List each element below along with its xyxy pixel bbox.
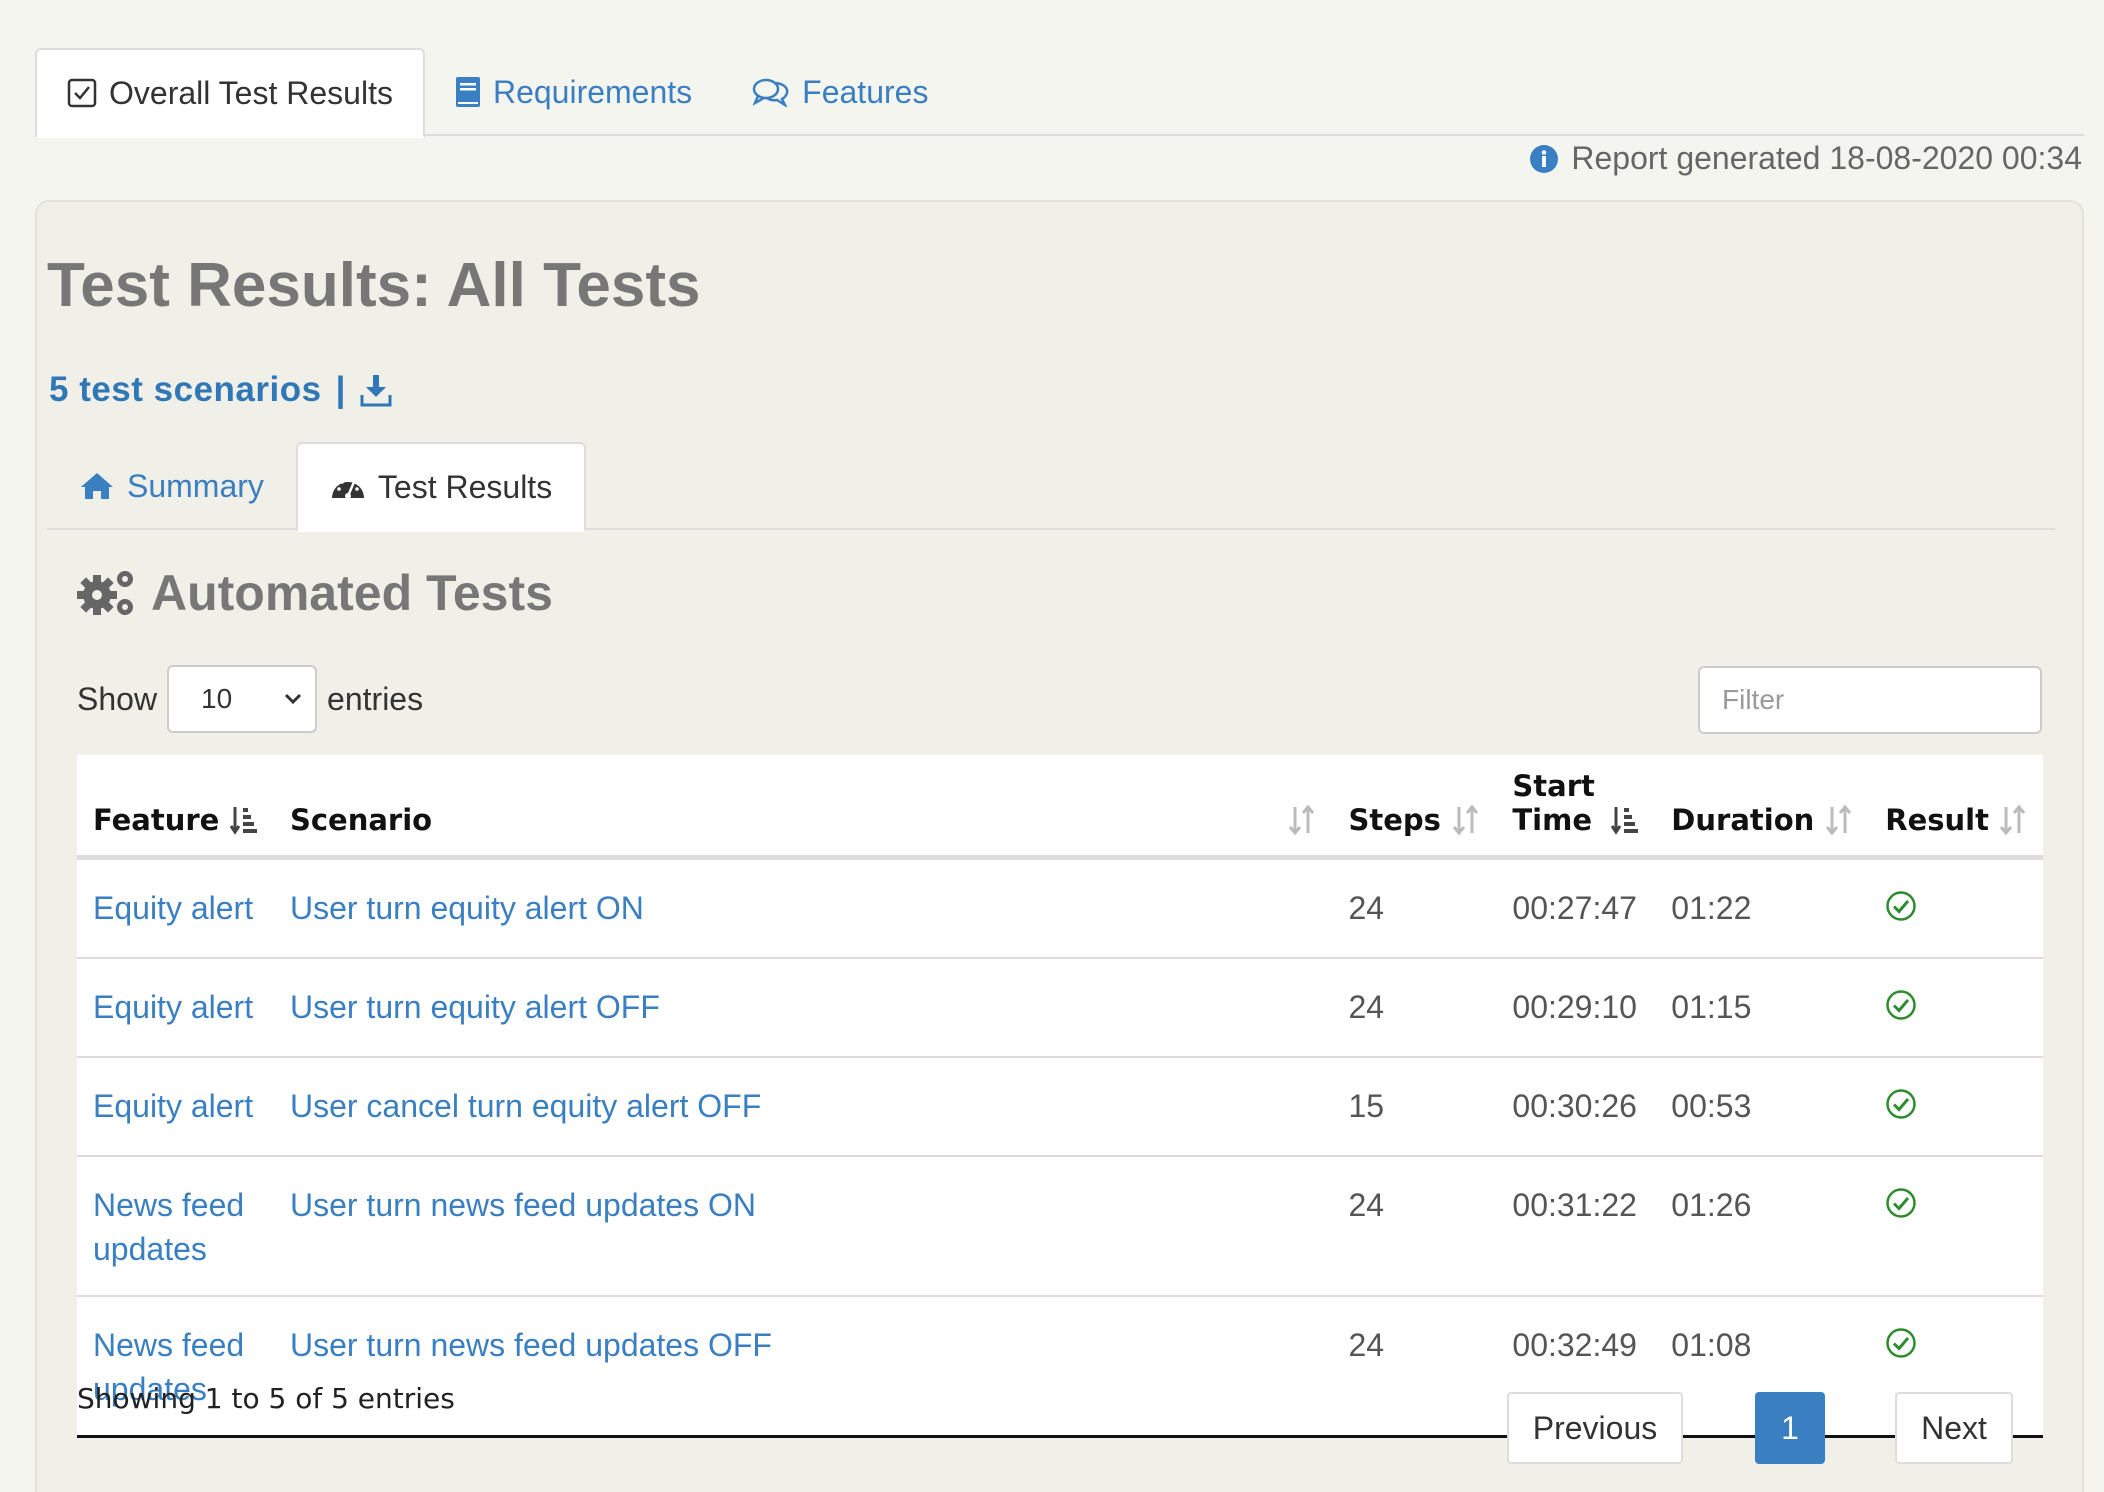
feature-link[interactable]: Equity alert	[77, 957, 274, 1057]
sort-desc-icon	[1611, 805, 1639, 835]
sort-icon	[1825, 805, 1853, 835]
feature-link[interactable]: News feed updates	[77, 1295, 274, 1438]
info-icon	[1530, 144, 1559, 173]
column-header-scenario[interactable]: Scenario	[273, 755, 1333, 860]
table-header-row: Feature Scenario Steps Start Time Durati…	[77, 755, 2043, 860]
duration-cell: 00:53	[1655, 1056, 1870, 1156]
pagination: Previous 1 Next	[1507, 1392, 2013, 1464]
table-row[interactable]: Equity alert User turn equity alert OFF 24…	[77, 957, 2043, 1057]
page-length-value: 10	[201, 683, 233, 714]
tab-requirements[interactable]: Requirements	[425, 48, 722, 136]
result-cell	[1869, 1155, 2043, 1296]
book-icon	[455, 77, 480, 107]
page-length-select[interactable]: 10	[167, 665, 318, 733]
scenario-link[interactable]: User turn news feed updates ON	[273, 1155, 1333, 1296]
column-header-result[interactable]: Result	[1869, 755, 2043, 860]
show-label: Show	[77, 680, 158, 717]
table-row[interactable]: News feed updates User turn news feed upd…	[77, 1155, 2043, 1296]
steps-cell: 15	[1332, 1056, 1497, 1156]
home-icon	[81, 473, 113, 499]
tab-features[interactable]: Features	[722, 48, 958, 136]
tab-summary[interactable]: Summary	[47, 442, 296, 530]
section-title-text: Automated Tests	[151, 565, 553, 621]
header-label: Feature	[93, 803, 220, 837]
duration-cell: 01:22	[1671, 890, 1752, 926]
passed-check-icon	[1886, 1188, 1917, 1218]
page-1-button[interactable]: 1	[1755, 1392, 1825, 1464]
passed-check-icon	[1886, 1328, 1917, 1358]
result-cell	[1869, 858, 2043, 959]
tab-label: Requirements	[492, 73, 693, 110]
report-generated-text: Report generated 18-08-2020 00:34	[1571, 140, 2082, 176]
results-table: Feature Scenario Steps Start Time Durati…	[77, 755, 2043, 1438]
tab-overall-test-results[interactable]: Overall Test Results	[35, 48, 425, 138]
duration-cell: 01:26	[1655, 1155, 1870, 1296]
sub-tab-bar: Summary Test Results	[47, 442, 2055, 532]
start-time-cell: 00:30:26	[1496, 1056, 1656, 1156]
feature-link[interactable]: Equity alert	[77, 1056, 274, 1156]
passed-check-icon	[1886, 1089, 1917, 1119]
report-generated: Report generated 18-08-2020 00:34	[1529, 140, 2082, 177]
table-row[interactable]: Equity alert User turn equity alert ON 24 0…	[77, 858, 2043, 959]
header-label: Duration	[1671, 803, 1815, 837]
download-icon[interactable]	[360, 373, 392, 407]
filter-input[interactable]	[1698, 666, 2042, 734]
header-label: Result	[1885, 803, 1989, 837]
next-button[interactable]: Next	[1895, 1392, 2013, 1464]
tab-test-results[interactable]: Test Results	[295, 442, 587, 532]
separator: |	[335, 370, 346, 409]
page-length-control: Show 10 entries	[77, 665, 423, 733]
sort-icon	[1452, 805, 1480, 835]
checkbox-icon	[67, 78, 97, 108]
steps-cell: 24	[1332, 1155, 1497, 1296]
entries-label: entries	[327, 680, 424, 717]
scenario-count: 5 test scenarios |	[49, 370, 392, 410]
speedometer-icon	[331, 480, 364, 499]
sort-desc-icon	[229, 805, 258, 835]
scenario-link[interactable]: User turn equity alert OFF	[273, 957, 1333, 1057]
scenario-link[interactable]: User cancel turn equity alert OFF	[273, 1056, 1333, 1156]
start-time-cell: 00:29:10	[1496, 957, 1656, 1057]
tab-label: Test Results	[377, 468, 553, 505]
passed-check-icon	[1886, 990, 1917, 1020]
comments-icon	[752, 78, 789, 107]
scenario-link[interactable]: User turn equity alert ON	[274, 858, 1332, 959]
steps-cell: 24	[1332, 1295, 1497, 1438]
result-cell	[1869, 1056, 2043, 1156]
column-header-start-time[interactable]: Start Time	[1496, 755, 1656, 860]
column-header-feature[interactable]: Feature	[77, 755, 274, 860]
table-info: Showing 1 to 5 of 5 entries	[77, 1382, 455, 1415]
section-title: Automated Tests	[75, 564, 553, 622]
tab-label: Summary	[127, 467, 264, 504]
top-tab-bar: Overall Test Results Requirements Featur…	[35, 48, 2084, 138]
previous-button[interactable]: Previous	[1507, 1392, 1683, 1464]
start-time-cell: 00:31:22	[1496, 1155, 1656, 1296]
sort-icon	[1288, 805, 1316, 835]
header-label-line-1: Start	[1512, 769, 1595, 803]
table-row[interactable]: Equity alert User cancel turn equity aler…	[77, 1056, 2043, 1156]
results-panel: Test Results: All Tests 5 test scenarios…	[35, 200, 2084, 1492]
feature-link[interactable]: News feed updates	[77, 1155, 274, 1296]
header-label: Scenario	[289, 803, 433, 837]
passed-check-icon	[1886, 891, 1917, 921]
tab-label: Overall Test Results	[109, 74, 393, 111]
scenario-link[interactable]: User turn news feed updates OFF	[273, 1295, 1333, 1438]
column-header-steps[interactable]: Steps	[1332, 755, 1497, 860]
tab-label: Features	[802, 73, 929, 110]
sort-icon	[1999, 805, 2027, 835]
steps-cell: 24	[1332, 957, 1497, 1057]
scenario-count-text: 5 test scenarios	[49, 370, 322, 409]
header-label: Start Time	[1512, 769, 1594, 837]
gears-icon	[77, 571, 133, 615]
duration-cell: 01:15	[1655, 957, 1870, 1057]
header-label-line-2: Time	[1512, 803, 1592, 837]
result-cell	[1869, 957, 2043, 1057]
start-time-cell: 00:27:47	[1512, 890, 1637, 926]
feature-link[interactable]: Equity alert	[77, 858, 274, 959]
page-title: Test Results: All Tests	[47, 251, 701, 320]
steps-cell: 24	[1348, 890, 1385, 926]
chevron-down-icon	[284, 693, 302, 705]
header-label: Steps	[1348, 803, 1441, 837]
column-header-duration[interactable]: Duration	[1655, 755, 1870, 860]
